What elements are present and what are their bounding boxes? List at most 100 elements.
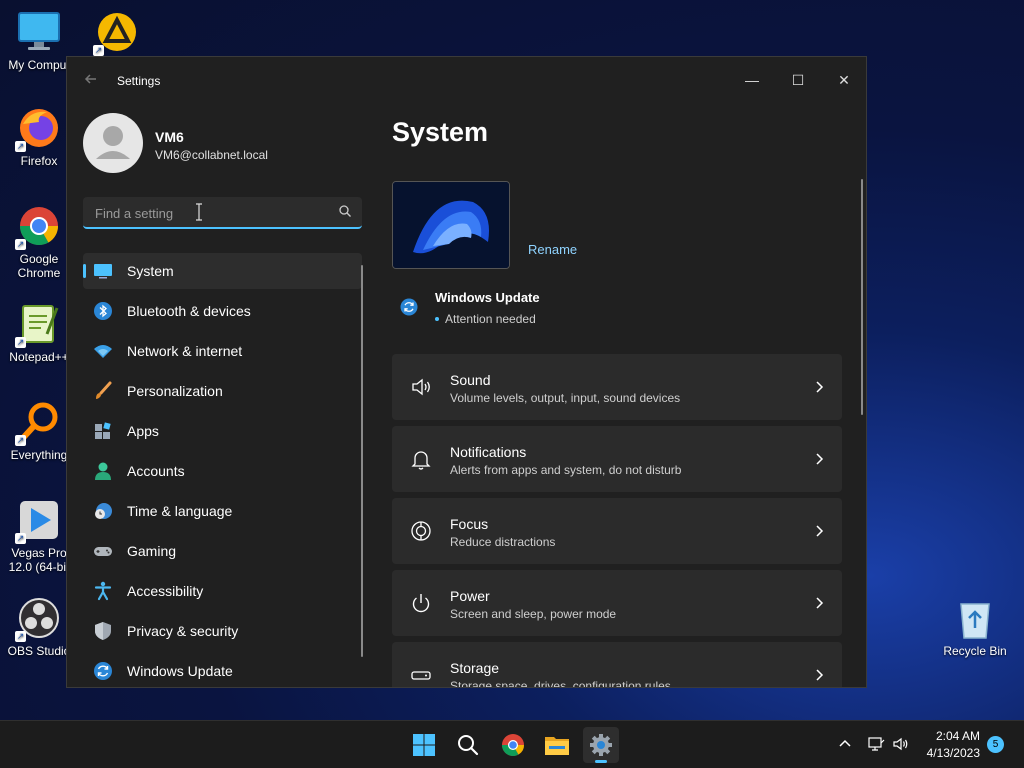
person-silhouette-icon [96, 126, 130, 159]
search-box[interactable] [83, 197, 362, 229]
volume-icon[interactable] [892, 735, 910, 753]
rename-link[interactable]: Rename [528, 242, 577, 257]
nav-item-windows-update[interactable]: Windows Update [83, 653, 362, 687]
card-notifications[interactable]: Notifications Alerts from apps and syste… [392, 426, 842, 492]
shortcut-arrow-icon: ↗ [15, 141, 26, 152]
bluetooth-icon [94, 302, 112, 320]
clock-date[interactable]: 4/13/2023 [927, 746, 980, 760]
card-title: Focus [450, 516, 489, 532]
text-cursor-icon [196, 203, 202, 221]
card-power[interactable]: Power Screen and sleep, power mode [392, 570, 842, 636]
recycle-bin-icon [953, 596, 997, 640]
bell-icon [411, 451, 431, 470]
notification-count-badge[interactable]: 5 [987, 736, 1004, 753]
chevron-right-icon [816, 453, 824, 465]
nav-item-privacy-security[interactable]: Privacy & security [83, 613, 362, 649]
avatar[interactable] [83, 113, 143, 173]
monitor-icon [94, 264, 112, 279]
start-button[interactable] [406, 727, 442, 763]
chevron-up-icon[interactable] [836, 735, 854, 753]
storage-icon [411, 671, 431, 680]
desktop-icon-recycle-bin[interactable]: Recycle Bin [935, 596, 1015, 658]
nav-label: System [127, 263, 174, 279]
page-title: System [392, 117, 489, 147]
nav-item-personalization[interactable]: Personalization [83, 373, 362, 409]
nav-item-time-language[interactable]: Time & language [83, 493, 362, 529]
search-icon [339, 205, 351, 217]
card-sound[interactable]: Sound Volume levels, output, input, soun… [392, 354, 842, 420]
maximize-button[interactable]: ☐ [775, 65, 821, 95]
nav-label: Time & language [127, 503, 233, 519]
close-button[interactable]: ✕ [821, 65, 866, 95]
card-title: Power [450, 588, 490, 604]
wifi-icon [94, 345, 112, 358]
card-focus[interactable]: Focus Reduce distractions [392, 498, 842, 564]
card-description: Volume levels, output, input, sound devi… [450, 391, 681, 405]
speaker-icon [412, 378, 430, 396]
apps-icon [95, 422, 111, 439]
nav-label: Gaming [127, 543, 177, 559]
nav-scrollbar[interactable] [361, 265, 363, 657]
desktop-icon-aimp[interactable]: ↗ [77, 10, 157, 58]
back-button[interactable] [81, 71, 101, 91]
network-icon[interactable] [867, 735, 885, 753]
settings-icon [590, 734, 612, 756]
nav-pane: System Bluetooth & devices Network & int… [83, 253, 362, 687]
shortcut-arrow-icon: ↗ [15, 239, 26, 250]
minimize-button[interactable]: — [729, 65, 775, 95]
taskbar-search-button[interactable] [450, 727, 486, 763]
nav-label: Apps [127, 423, 159, 439]
nav-item-accessibility[interactable]: Accessibility [83, 573, 362, 609]
search-input[interactable] [93, 203, 327, 223]
focus-icon [411, 521, 431, 541]
back-arrow-icon [84, 74, 96, 84]
taskbar-chrome-button[interactable] [495, 727, 531, 763]
card-storage[interactable]: Storage Storage space, drives, configura… [392, 642, 842, 688]
taskbar-settings-button[interactable] [583, 727, 619, 763]
update-icon [94, 662, 112, 680]
nav-item-network[interactable]: Network & internet [83, 333, 362, 369]
card-title: Notifications [450, 444, 527, 460]
vegas-icon: ↗ [15, 498, 61, 544]
chevron-right-icon [816, 597, 824, 609]
windows-update-status-text: Attention needed [445, 312, 536, 326]
nav-item-bluetooth[interactable]: Bluetooth & devices [83, 293, 362, 329]
shortcut-arrow-icon: ↗ [93, 45, 104, 56]
shortcut-arrow-icon: ↗ [15, 533, 26, 544]
clock-time[interactable]: 2:04 AM [936, 729, 980, 743]
nav-item-gaming[interactable]: Gaming [83, 533, 362, 569]
nav-item-system[interactable]: System [83, 253, 362, 289]
aimp-icon: ↗ [93, 10, 139, 56]
chevron-right-icon [816, 381, 824, 393]
content-scrollbar[interactable] [861, 179, 863, 415]
nav-label: Bluetooth & devices [127, 303, 251, 319]
nav-item-accounts[interactable]: Accounts [83, 453, 362, 489]
brush-icon [96, 381, 112, 399]
card-description: Alerts from apps and system, do not dist… [450, 463, 682, 477]
settings-window: Settings — ☐ ✕ VM6 VM6@collabnet.local S… [66, 56, 867, 688]
chrome-icon [502, 734, 524, 756]
card-description: Screen and sleep, power mode [450, 607, 617, 621]
shortcut-arrow-icon: ↗ [15, 337, 26, 348]
nav-item-apps[interactable]: Apps [83, 413, 362, 449]
windows-update-title[interactable]: Windows Update [435, 290, 540, 305]
taskbar: 2:04 AM 4/13/2023 5 [0, 720, 1024, 768]
chevron-right-icon [816, 525, 824, 537]
profile-email: VM6@collabnet.local [155, 148, 268, 162]
title-bar[interactable]: Settings — ☐ ✕ [67, 57, 866, 105]
accessibility-icon [94, 581, 112, 601]
card-description: Storage space, drives, configuration rul… [450, 679, 671, 688]
firefox-icon: ↗ [15, 106, 61, 152]
chrome-icon: ↗ [15, 204, 61, 250]
desktop-icon-label: Recycle Bin [943, 644, 1007, 658]
shortcut-arrow-icon: ↗ [15, 435, 26, 446]
card-title: Storage [450, 660, 500, 676]
nav-label: Personalization [127, 383, 223, 399]
search-icon [458, 735, 479, 756]
taskbar-file-explorer-button[interactable] [539, 727, 575, 763]
computer-icon [17, 10, 61, 54]
windows-update-icon [400, 298, 418, 316]
card-title: Sound [450, 372, 491, 388]
file-explorer-icon [545, 737, 569, 755]
nav-label: Windows Update [127, 663, 233, 679]
